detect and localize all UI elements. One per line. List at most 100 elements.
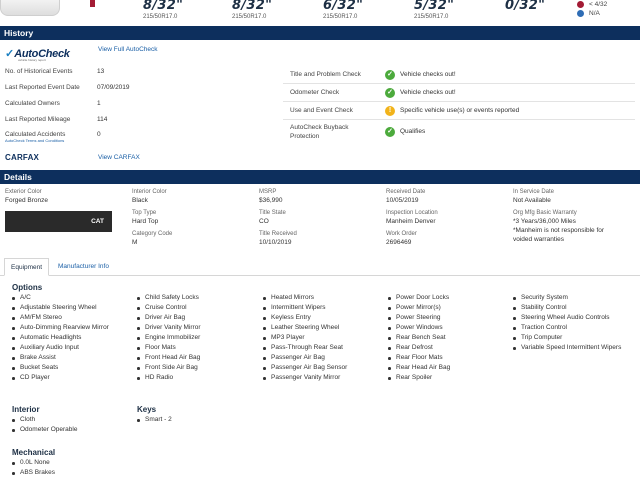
option-item: Auxiliary Audio Input xyxy=(11,343,109,353)
autocheck-logo: ✓AutoCheck vehicle history report xyxy=(5,48,70,62)
option-item: Cruise Control xyxy=(136,303,201,313)
tab-equipment[interactable]: Equipment xyxy=(4,258,50,276)
option-item: Engine Immobilizer xyxy=(136,333,201,343)
check-result: Qualifies xyxy=(400,128,426,135)
tire-reading: 8/32" 215/50R17.0 xyxy=(232,0,272,20)
option-item: Front Head Air Bag xyxy=(136,353,201,363)
title-state-label: Title State xyxy=(259,210,286,216)
check-result: Vehicle checks out! xyxy=(400,71,456,78)
tire-size: 215/50R17.0 xyxy=(143,14,178,20)
option-item: Passenger Air Bag xyxy=(262,353,347,363)
mechanical-heading: Mechanical xyxy=(12,448,56,457)
legend-dot-icon xyxy=(577,1,584,8)
check-result: Vehicle checks out! xyxy=(400,89,456,96)
view-autocheck-link[interactable]: View Full AutoCheck xyxy=(98,46,158,53)
history-check-row: Use and Event Check ! Specific vehicle u… xyxy=(283,102,635,120)
option-item: Stability Control xyxy=(512,303,621,313)
history-value: 0 xyxy=(97,131,101,138)
option-item: Odometer Operable xyxy=(11,425,77,435)
option-item: Leather Steering Wheel xyxy=(262,323,347,333)
check-circle-icon: ✓ xyxy=(385,70,395,80)
tire-depth: 6/32" xyxy=(323,0,364,13)
option-item: Power Door Locks xyxy=(387,293,450,303)
option-item: HD Radio xyxy=(136,373,201,383)
history-label: Last Reported Mileage xyxy=(5,116,71,123)
history-value: 114 xyxy=(97,116,108,123)
title-state-value: CO xyxy=(259,218,269,225)
option-item: Traction Control xyxy=(512,323,621,333)
history-check-row: Title and Problem Check ✓ Vehicle checks… xyxy=(283,66,635,84)
tab-manufacturer-info[interactable]: Manufacturer Info xyxy=(52,258,115,276)
inspection-location-value: Manheim Denver xyxy=(386,218,436,225)
warranty-line: *3 Years/36,000 Miles xyxy=(513,218,576,225)
history-label: No. of Historical Events xyxy=(5,68,73,75)
history-check-row: Odometer Check ✓ Vehicle checks out! xyxy=(283,84,635,102)
view-carfax-link[interactable]: View CARFAX xyxy=(98,154,140,161)
tire-size: 215/50R17.0 xyxy=(232,14,267,20)
history-value: 07/09/2019 xyxy=(97,84,130,91)
mechanical-list: 0.0L None ABS Brakes xyxy=(11,458,55,478)
check-label: Title and Problem Check xyxy=(290,71,361,78)
category-code-label: Category Code xyxy=(132,231,173,237)
exterior-color-value: Forged Bronze xyxy=(5,197,48,204)
top-type-label: Top Type xyxy=(132,210,157,216)
option-item: Pass-Through Rear Seat xyxy=(262,343,347,353)
option-item: Child Safety Locks xyxy=(136,293,201,303)
tire-indicator-marker xyxy=(90,0,95,7)
option-item: Floor Mats xyxy=(136,343,201,353)
options-heading: Options xyxy=(12,283,43,292)
option-item: CD Player xyxy=(11,373,109,383)
interior-heading: Interior xyxy=(12,405,40,414)
options-column: Child Safety Locks Cruise Control Driver… xyxy=(136,293,201,383)
tire-depth: 8/32" xyxy=(143,0,184,13)
interior-color-value: Black xyxy=(132,197,148,204)
msrp-value: $36,990 xyxy=(259,197,283,204)
msrp-label: MSRP xyxy=(259,189,277,195)
legend-label: N/A xyxy=(589,10,600,17)
option-item: Trip Computer xyxy=(512,333,621,343)
tire-size: 215/50R17.0 xyxy=(414,14,449,20)
option-item: Passenger Vanity Mirror xyxy=(262,373,347,383)
history-label: Calculated Owners xyxy=(5,100,60,107)
equipment-tabs: Equipment Manufacturer Info xyxy=(0,258,640,276)
option-item: Security System xyxy=(512,293,621,303)
option-item: Passenger Air Bag Sensor xyxy=(262,363,347,373)
option-item: Rear Spoiler xyxy=(387,373,450,383)
option-item: Driver Vanity Mirror xyxy=(136,323,201,333)
option-item: ABS Brakes xyxy=(11,468,55,478)
title-received-label: Title Received xyxy=(259,231,297,237)
check-label: Use and Event Check xyxy=(290,107,353,114)
vehicle-diagram-image xyxy=(0,0,60,16)
keys-list: Smart - 2 xyxy=(136,415,172,425)
tire-reading: 0/32" xyxy=(505,0,545,12)
history-section-header: History xyxy=(0,26,640,40)
history-label: Last Reported Event Date xyxy=(5,84,80,91)
tire-depth: 5/32" xyxy=(414,0,455,13)
inspection-location-label: Inspection Location xyxy=(386,210,438,216)
option-item: Power Steering xyxy=(387,313,450,323)
option-item: Intermittent Wipers xyxy=(262,303,347,313)
options-column: Power Door Locks Power Mirror(s) Power S… xyxy=(387,293,450,383)
carfax-logo: CARFAX xyxy=(5,153,40,162)
exterior-color-label: Exterior Color xyxy=(5,189,42,195)
option-item: Front Side Air Bag xyxy=(136,363,201,373)
details-section-header: Details xyxy=(0,170,640,184)
option-item: AM/FM Stereo xyxy=(11,313,109,323)
tire-reading: 5/32" 215/50R17.0 xyxy=(414,0,454,20)
tire-legend: < 4/32 N/A xyxy=(577,0,607,18)
warranty-line: voided warranties xyxy=(513,236,564,243)
tire-tread-strip: 8/32" 215/50R17.0 8/32" 215/50R17.0 6/32… xyxy=(0,0,640,24)
keys-heading: Keys xyxy=(137,405,157,414)
tire-depth: 0/32" xyxy=(505,0,546,13)
interior-color-label: Interior Color xyxy=(132,189,167,195)
check-result: Specific vehicle use(s) or events report… xyxy=(400,107,520,114)
autocheck-terms-link[interactable]: AutoCheck Terms and Conditions xyxy=(5,138,64,143)
option-item: Keyless Entry xyxy=(262,313,347,323)
tire-size: 215/50R17.0 xyxy=(323,14,358,20)
check-circle-icon: ✓ xyxy=(385,127,395,137)
option-item: Power Mirror(s) xyxy=(387,303,450,313)
history-value: 13 xyxy=(97,68,105,75)
title-received-value: 10/10/2019 xyxy=(259,239,292,246)
legend-item: N/A xyxy=(577,9,607,18)
check-circle-icon: ✓ xyxy=(385,88,395,98)
